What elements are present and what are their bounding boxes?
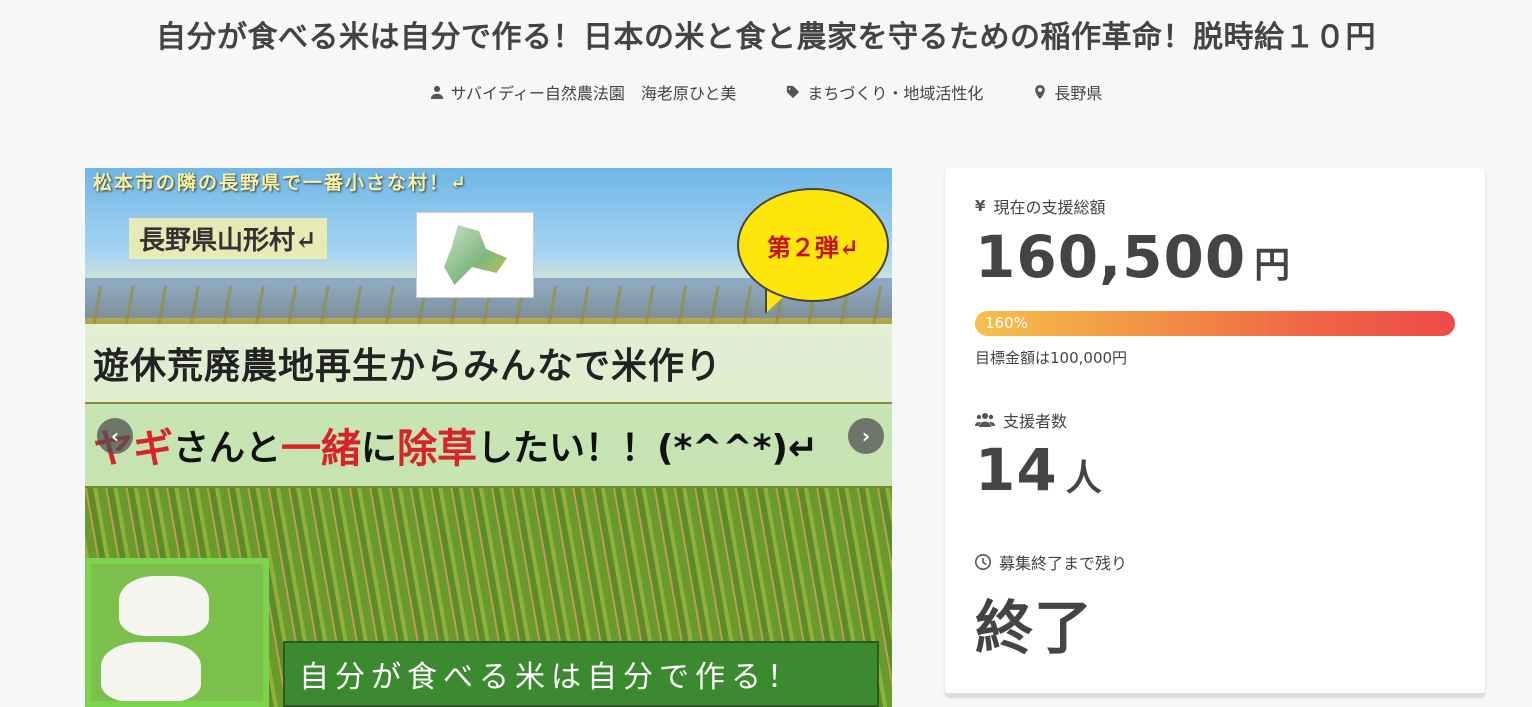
remaining-status: 終了	[975, 581, 1093, 665]
yen-icon: ¥	[975, 197, 986, 215]
goal-amount: 目標金額は100,000円	[975, 349, 1128, 367]
backers-label: 支援者数	[975, 408, 1067, 432]
backers-label-text: 支援者数	[1003, 412, 1068, 431]
total-funding-label: ¥ 現在の支援総額	[975, 194, 1105, 218]
tag-icon	[787, 85, 800, 99]
carousel-next-button[interactable]: ›	[848, 418, 884, 454]
subheadline-part: さんと	[173, 428, 282, 469]
users-icon	[975, 413, 995, 427]
total-funding-amount: 160,500 円	[975, 223, 1290, 291]
map-pin-icon	[1035, 85, 1046, 99]
owner-name: サバイディー自然農法園 海老原ひと美	[450, 84, 737, 103]
progress-percent-label: 160%	[985, 314, 1028, 332]
subheadline-part: 一緒	[281, 426, 362, 472]
speech-bubble: 第２弾↵	[737, 188, 889, 302]
hero-subheadline: ヤギ さんと 一緒 に 除草 したい！！(*^^*)↵	[85, 404, 892, 486]
goat-figure	[101, 642, 201, 701]
funding-stats-panel: ¥ 現在の支援総額 160,500 円 160% 目標金額は100,000円 支援…	[945, 168, 1485, 695]
funding-progress-bar: 160%	[975, 311, 1455, 336]
page-title: 自分が食べる米は自分で作る！日本の米と食と農家を守るための稲作革命！脱時給１０円	[156, 20, 1376, 55]
chevron-right-icon: ›	[861, 424, 871, 448]
project-meta: サバイディー自然農法園 海老原ひと美 まちづくり・地域活性化 長野県	[0, 80, 1532, 104]
category-link[interactable]: まちづくり・地域活性化	[786, 80, 983, 104]
japan-map-image	[416, 212, 534, 298]
backers-unit: 人	[1065, 458, 1102, 499]
goat-photo	[85, 558, 269, 707]
total-funding-unit: 円	[1254, 245, 1291, 286]
remaining-value: 終了	[975, 594, 1094, 662]
user-icon	[430, 85, 443, 99]
chevron-left-icon: ‹	[110, 424, 120, 448]
backers-value: 14	[975, 436, 1058, 504]
subheadline-part: に	[361, 428, 398, 469]
subheadline-part: したい！！(*^^*)↵	[477, 428, 819, 469]
category-name: まちづくり・地域活性化	[807, 84, 984, 103]
village-label: 長野県山形村↵	[129, 218, 327, 259]
bubble-text: 第２弾↵	[766, 232, 860, 262]
hero-top-banner: 松本市の隣の長野県で一番小さな村！↵	[93, 172, 468, 194]
total-funding-value: 160,500	[975, 223, 1247, 291]
clock-icon	[975, 554, 991, 570]
remaining-label: 募集終了まで残り	[975, 550, 1127, 574]
project-image-carousel[interactable]: 松本市の隣の長野県で一番小さな村！↵ 長野県山形村↵ 第２弾↵ 遊休荒廃農地再生…	[85, 168, 892, 707]
hero-slogan: 自分が食べる米は自分で作る！	[283, 641, 879, 707]
location-name: 長野県	[1054, 84, 1103, 103]
owner-link[interactable]: サバイディー自然農法園 海老原ひと美	[430, 80, 737, 104]
panel-shadow	[945, 693, 1485, 698]
location-link[interactable]: 長野県	[1033, 80, 1102, 104]
backers-count: 14 人	[975, 436, 1102, 504]
total-funding-label-text: 現在の支援総額	[993, 198, 1106, 217]
goat-figure	[119, 576, 209, 636]
hero-headline: 遊休荒廃農地再生からみんなで米作り	[85, 324, 892, 402]
carousel-prev-button[interactable]: ‹	[97, 418, 133, 454]
subheadline-part: 除草	[397, 426, 478, 472]
remaining-label-text: 募集終了まで残り	[999, 554, 1128, 573]
